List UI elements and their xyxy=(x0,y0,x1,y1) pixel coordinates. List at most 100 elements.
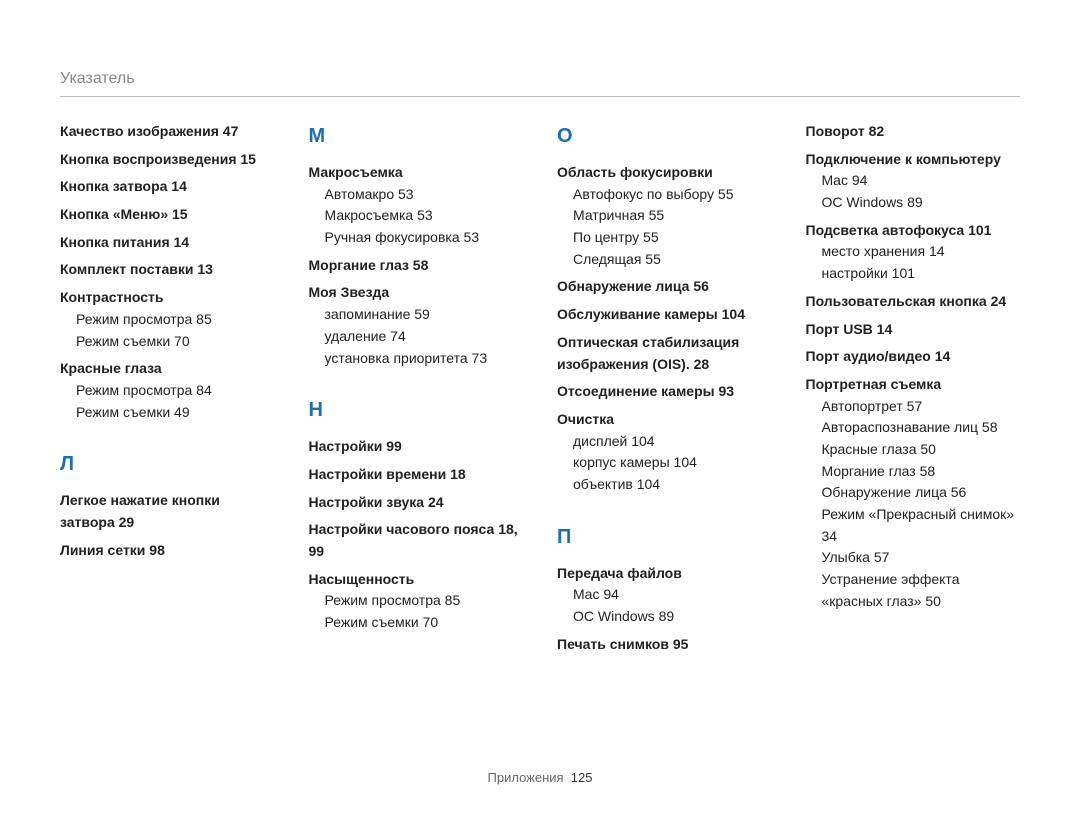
index-subentry: Улыбка 57 xyxy=(822,547,1021,569)
index-column: Качество изображения 47 Кнопка воспроизве… xyxy=(60,121,275,661)
index-entry-title: Настройки часового пояса 18, 99 xyxy=(309,521,518,559)
index-entry-title: Настройки времени 18 xyxy=(309,466,466,482)
index-subentry: ОС Windows 89 xyxy=(573,606,772,628)
index-entry-title: Подключение к компьютеру xyxy=(806,151,1001,167)
index-entry-title: Настройки звука 24 xyxy=(309,494,444,510)
index-subentry: Режим «Прекрасный снимок» 34 xyxy=(822,504,1021,547)
index-entry: Настройки звука 24 xyxy=(309,492,524,514)
index-entry-title: Передача файлов xyxy=(557,565,682,581)
index-entry: Подключение к компьютеру Mac 94ОС Windows… xyxy=(806,149,1021,214)
index-section-letter: М xyxy=(309,121,524,152)
index-entry-title: Подсветка автофокуса 101 xyxy=(806,222,992,238)
index-entry: Оптическая стабилизация изображения (OIS… xyxy=(557,332,772,375)
index-entry: Линия сетки 98 xyxy=(60,540,275,562)
index-entry: Подсветка автофокуса 101 место хранения 1… xyxy=(806,220,1021,285)
index-subentry: Моргание глаз 58 xyxy=(822,461,1021,483)
index-column: О Область фокусировкиАвтофокус по выбору … xyxy=(557,121,772,661)
index-subentry: Обнаружение лица 56 xyxy=(822,482,1021,504)
index-entry: Передача файловMac 94ОС Windows 89 xyxy=(557,563,772,628)
index-entry: Порт USB 14 xyxy=(806,319,1021,341)
index-section-letter: Л xyxy=(60,449,275,480)
index-entry: Порт аудио/видео 14 xyxy=(806,346,1021,368)
index-entry: Кнопка затвора 14 xyxy=(60,176,275,198)
index-column: Поворот 82 Подключение к компьютеру Mac 94… xyxy=(806,121,1021,661)
index-entry-title: Линия сетки 98 xyxy=(60,542,165,558)
index-entry: Моргание глаз 58 xyxy=(309,255,524,277)
index-subentry: Mac 94 xyxy=(822,170,1021,192)
page-footer: Приложения 125 xyxy=(0,770,1080,785)
index-entry-title: Макросъемка xyxy=(309,164,403,180)
index-entry: Качество изображения 47 xyxy=(60,121,275,143)
index-entry-title: Обслуживание камеры 104 xyxy=(557,306,745,322)
index-subentry: место хранения 14 xyxy=(822,241,1021,263)
index-entry-title: Комплект поставки 13 xyxy=(60,261,213,277)
index-subentry: настройки 101 xyxy=(822,263,1021,285)
index-subentry: Ручная фокусировка 53 xyxy=(325,227,524,249)
index-subentry: Режим просмотра 84 xyxy=(76,380,275,402)
index-subentry: ОС Windows 89 xyxy=(822,192,1021,214)
index-subentry: дисплей 104 xyxy=(573,431,772,453)
index-entry: Кнопка питания 14 xyxy=(60,232,275,254)
page-title: Указатель xyxy=(60,70,1020,97)
index-entry-title: Поворот 82 xyxy=(806,123,885,139)
index-entry-title: Кнопка затвора 14 xyxy=(60,178,187,194)
index-entry: Легкое нажатие кнопки затвора 29 xyxy=(60,490,275,533)
index-subentry: Режим просмотра 85 xyxy=(76,309,275,331)
index-entry-title: Кнопка воспроизведения 15 xyxy=(60,151,256,167)
index-entry-title: Качество изображения 47 xyxy=(60,123,238,139)
index-subentry: Макросъемка 53 xyxy=(325,205,524,227)
index-entry-title: Кнопка «Меню» 15 xyxy=(60,206,188,222)
index-entry: Кнопка воспроизведения 15 xyxy=(60,149,275,171)
index-entry: Пользовательская кнопка 24 xyxy=(806,291,1021,313)
index-entry-title: Порт USB 14 xyxy=(806,321,893,337)
index-entry: Очистка дисплей 104корпус камеры 104объек… xyxy=(557,409,772,496)
index-subentry: Автомакро 53 xyxy=(325,184,524,206)
index-entry: Насыщенность Режим просмотра 85Режим съем… xyxy=(309,569,524,634)
index-entry-title: Легкое нажатие кнопки затвора 29 xyxy=(60,492,220,530)
index-subentry: запоминание 59 xyxy=(325,304,524,326)
index-subentry: Режим съемки 70 xyxy=(76,331,275,353)
index-subentry: удаление 74 xyxy=(325,326,524,348)
index-subentry: Следящая 55 xyxy=(573,249,772,271)
index-entry: Поворот 82 xyxy=(806,121,1021,143)
index-entry: Портретная съемкаАвтопортрет 57Автораспо… xyxy=(806,374,1021,613)
index-subentry: По центру 55 xyxy=(573,227,772,249)
footer-page-number: 125 xyxy=(571,770,593,785)
index-entry: Настройки времени 18 xyxy=(309,464,524,486)
index-entry-title: Печать снимков 95 xyxy=(557,636,688,652)
index-entry: Настройки часового пояса 18, 99 xyxy=(309,519,524,562)
index-subentry: Режим просмотра 85 xyxy=(325,590,524,612)
index-entry: Комплект поставки 13 xyxy=(60,259,275,281)
index-subentry: Режим съемки 70 xyxy=(325,612,524,634)
index-subentry: установка приоритета 73 xyxy=(325,348,524,370)
index-entry-title: Насыщенность xyxy=(309,571,415,587)
index-subentry: Матричная 55 xyxy=(573,205,772,227)
index-entry-title: Порт аудио/видео 14 xyxy=(806,348,951,364)
index-subentry: корпус камеры 104 xyxy=(573,452,772,474)
index-entry-title: Настройки 99 xyxy=(309,438,402,454)
index-subentry: Автораспознавание лиц 58 xyxy=(822,417,1021,439)
index-entry: Макросъемка Автомакро 53Макросъемка 53Руч… xyxy=(309,162,524,249)
index-section-letter: Н xyxy=(309,395,524,426)
index-subentry: объектив 104 xyxy=(573,474,772,496)
index-entry: Красные глазаРежим просмотра 84Режим съе… xyxy=(60,358,275,423)
index-entry-title: Обнаружение лица 56 xyxy=(557,278,709,294)
index-column: М Макросъемка Автомакро 53Макросъемка 53Ру… xyxy=(309,121,524,661)
index-entry-title: Портретная съемка xyxy=(806,376,942,392)
index-subentry: Красные глаза 50 xyxy=(822,439,1021,461)
index-entry-title: Оптическая стабилизация изображения (OIS… xyxy=(557,334,739,372)
index-entry-title: Область фокусировки xyxy=(557,164,713,180)
index-entry-title: Пользовательская кнопка 24 xyxy=(806,293,1007,309)
index-subentry: Устранение эффекта «красных глаз» 50 xyxy=(822,569,1021,612)
index-section-letter: П xyxy=(557,522,772,553)
document-page: Указатель Качество изображения 47 Кнопка … xyxy=(0,0,1080,815)
index-entry: Моя Звезда запоминание 59удаление 74устан… xyxy=(309,282,524,369)
index-columns: Качество изображения 47 Кнопка воспроизве… xyxy=(60,121,1020,661)
index-entry: КонтрастностьРежим просмотра 85Режим съе… xyxy=(60,287,275,352)
footer-label: Приложения xyxy=(488,770,564,785)
index-entry: Область фокусировкиАвтофокус по выбору 5… xyxy=(557,162,772,270)
index-entry-title: Моя Звезда xyxy=(309,284,390,300)
index-entry-title: Очистка xyxy=(557,411,614,427)
index-entry: Отсоединение камеры 93 xyxy=(557,381,772,403)
index-section-letter: О xyxy=(557,121,772,152)
